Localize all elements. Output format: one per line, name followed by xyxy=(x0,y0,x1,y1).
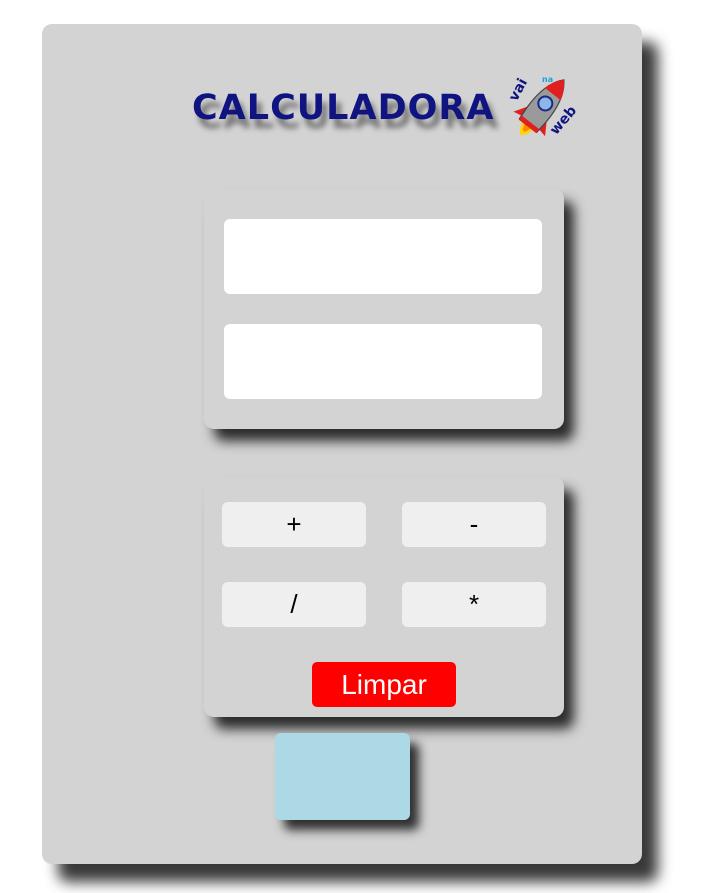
divide-button[interactable]: / xyxy=(222,582,366,627)
first-number-input[interactable] xyxy=(224,219,542,294)
operations-panel: + - / * Limpar xyxy=(204,477,564,717)
second-number-input[interactable] xyxy=(224,324,542,399)
inputs-panel xyxy=(204,189,564,429)
svg-text:vai: vai xyxy=(506,76,531,104)
multiply-button[interactable]: * xyxy=(402,582,546,627)
svg-text:web: web xyxy=(547,103,580,138)
page-title: CALCULADORA xyxy=(192,88,495,128)
logo-text: vai na web xyxy=(506,75,580,138)
clear-button[interactable]: Limpar xyxy=(312,662,456,707)
add-button[interactable]: + xyxy=(222,502,366,547)
result-display xyxy=(275,733,410,820)
subtract-button[interactable]: - xyxy=(402,502,546,547)
svg-text:na: na xyxy=(542,75,553,84)
